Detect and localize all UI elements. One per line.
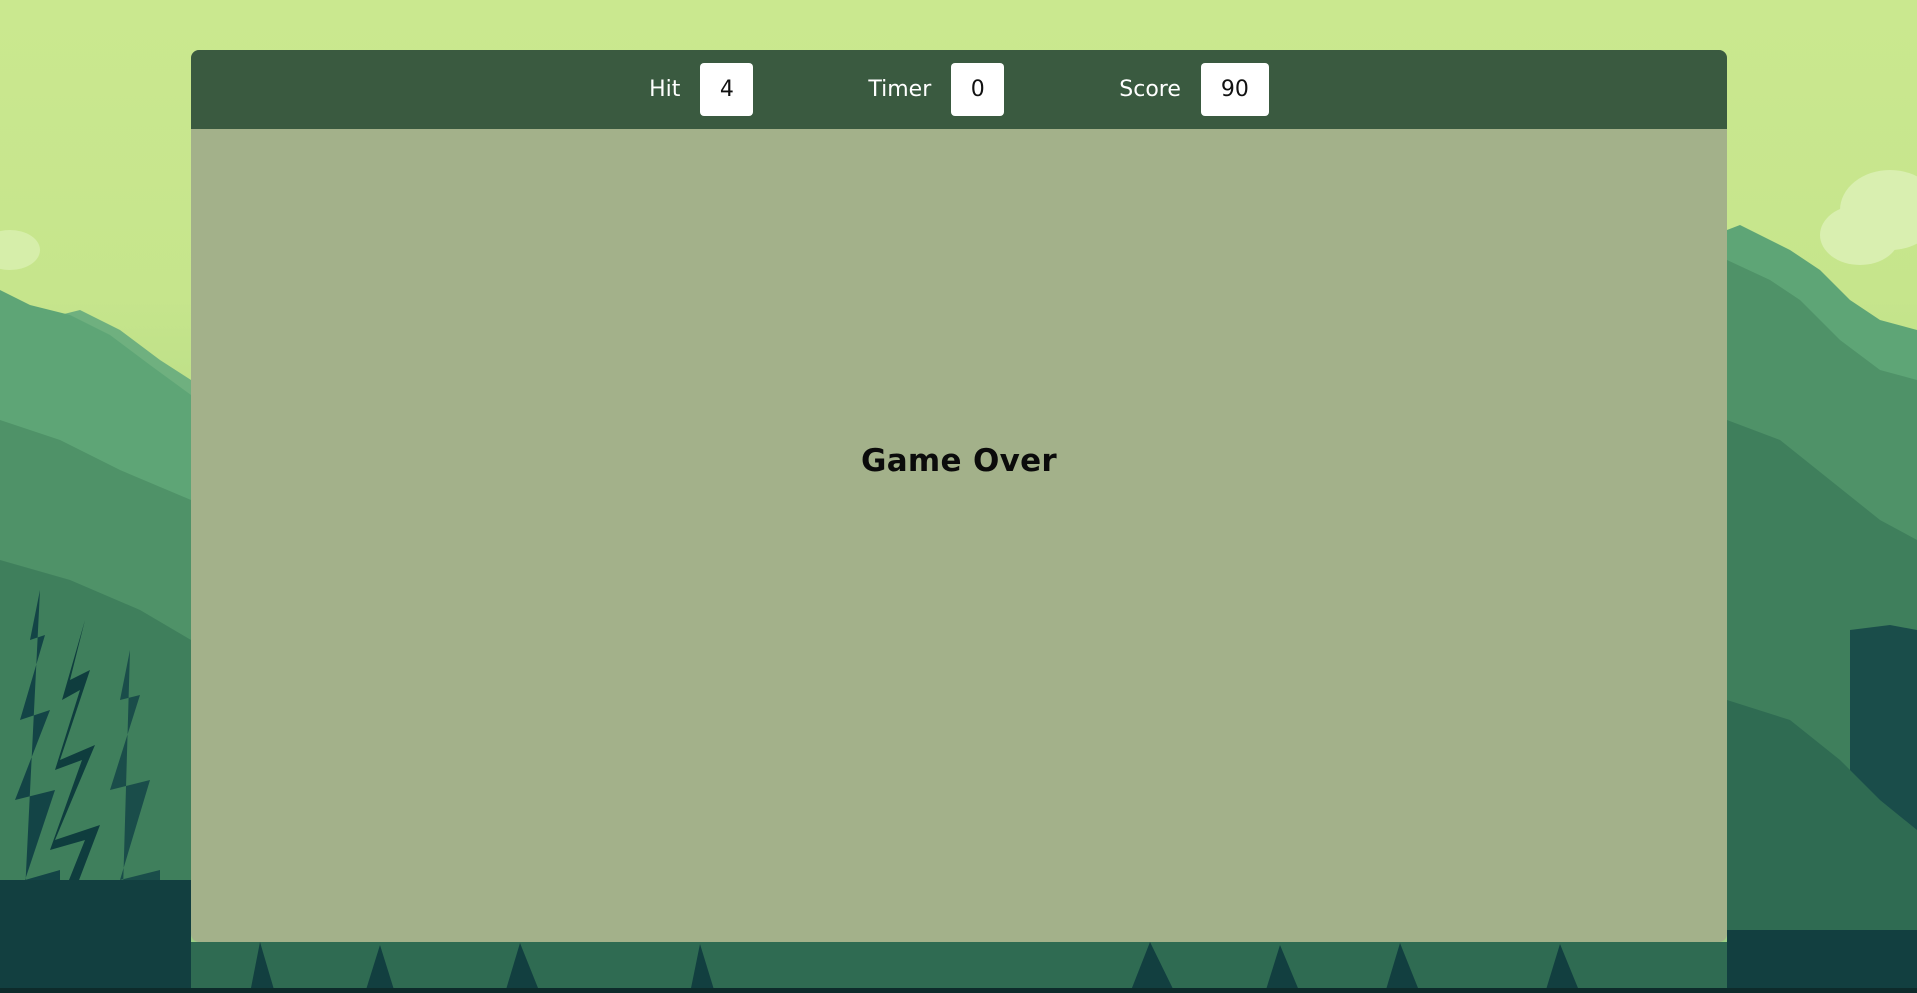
bottom-edge [0,988,1917,993]
hit-stat: Hit 4 [649,63,754,116]
game-over-text: Game Over [860,443,1058,479]
hit-value: 4 [700,63,754,116]
timer-stat: Timer 0 [868,63,1005,116]
timer-value: 0 [951,63,1005,116]
game-panel: Hit 4 Timer 0 Score 90 Game Over [191,50,1727,942]
score-stat: Score 90 [1119,63,1269,116]
score-bar: Hit 4 Timer 0 Score 90 [191,50,1727,129]
game-area[interactable]: Game Over [191,129,1727,942]
timer-label: Timer [868,77,932,102]
score-value: 90 [1200,63,1269,116]
hit-label: Hit [649,77,681,102]
score-label: Score [1119,77,1181,102]
